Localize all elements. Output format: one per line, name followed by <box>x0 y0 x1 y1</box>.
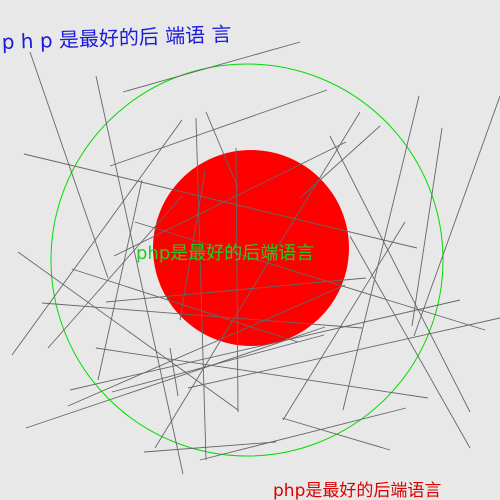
bottom-right-text: php是最好的后端语言 <box>273 481 441 500</box>
poster-canvas: p h p 是最好的后 端语 言 php是最好的后端语言 php是最好的后端语言 <box>0 0 500 500</box>
center-text: php是最好的后端语言 <box>136 243 314 264</box>
